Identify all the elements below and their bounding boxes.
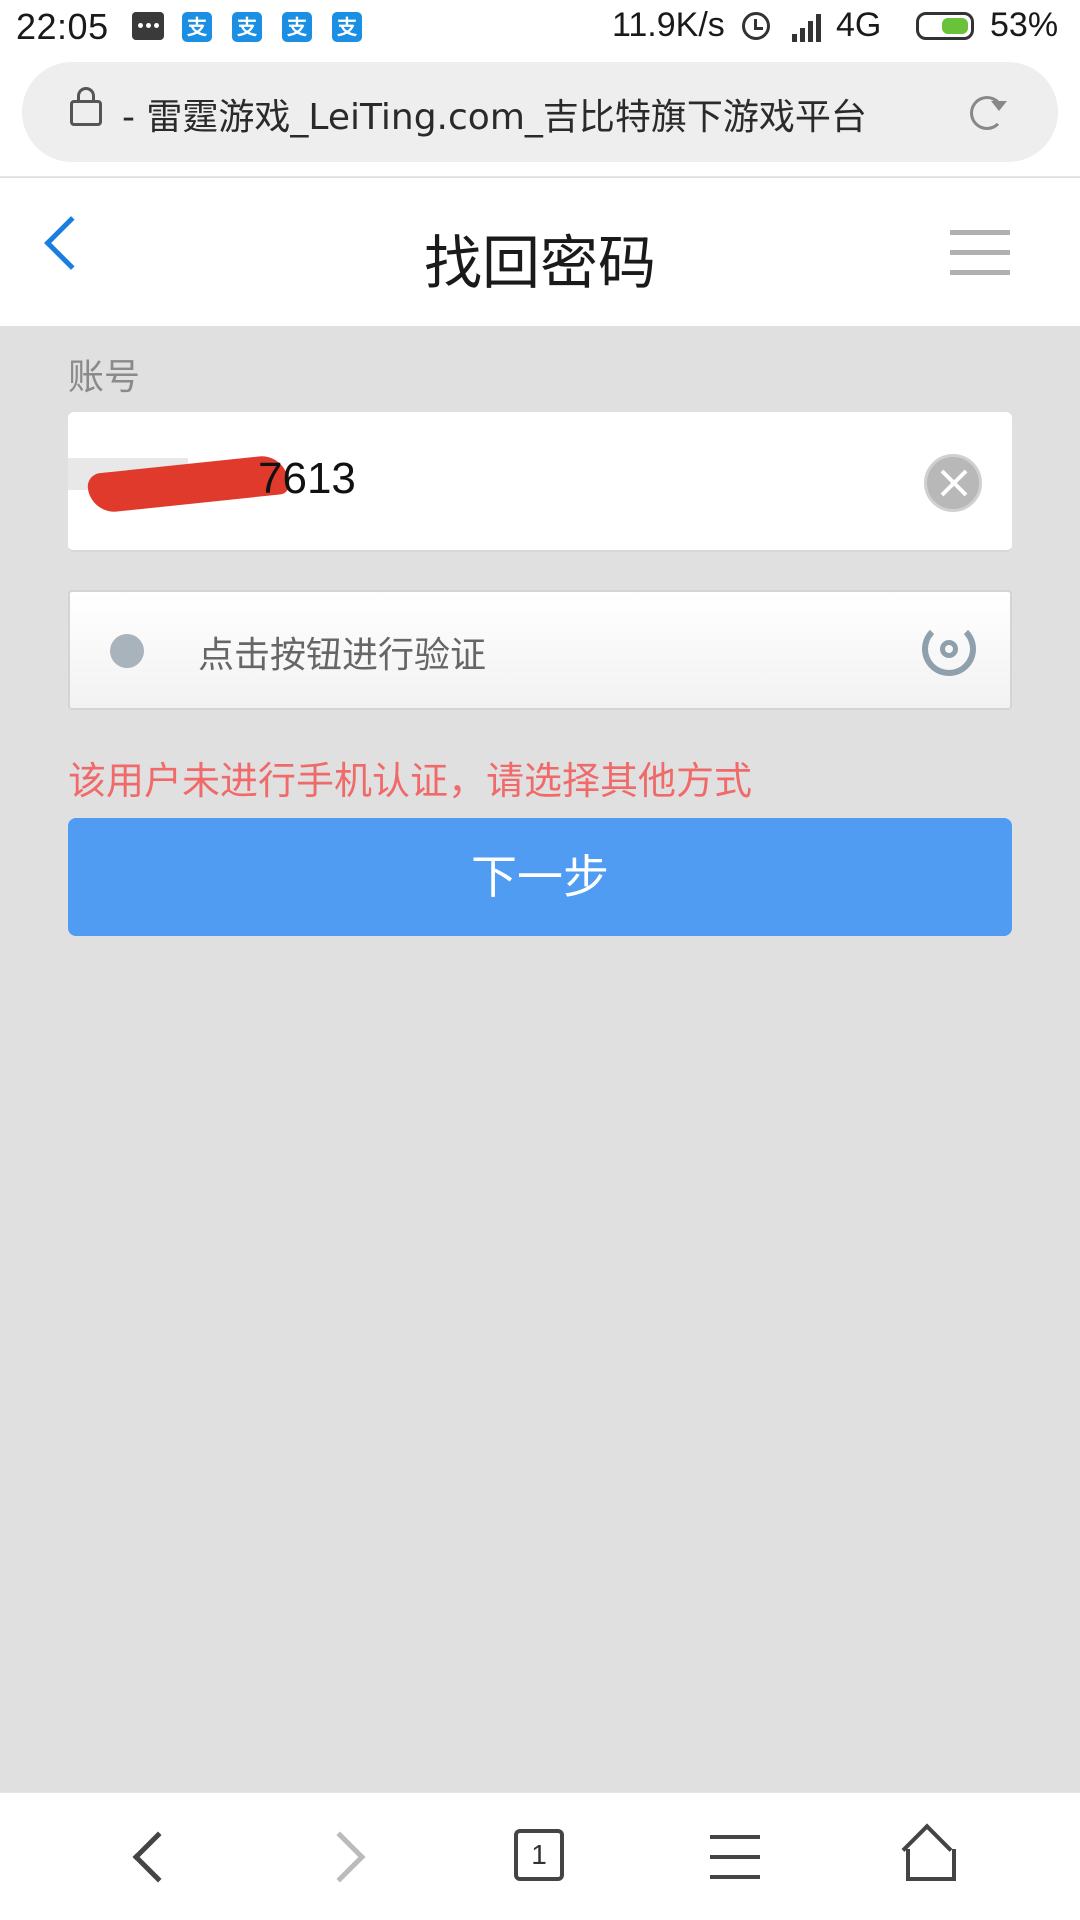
- network-type: 4G: [836, 6, 882, 44]
- reload-icon[interactable]: [970, 96, 1007, 130]
- alipay-icon: 支: [182, 12, 212, 42]
- clear-input-button[interactable]: [924, 454, 982, 512]
- page-title: 找回密码: [423, 229, 656, 297]
- page-header: 找回密码: [0, 178, 1080, 326]
- status-bar: 22:05 支 支 支 支 11.9K/s 4G 53%: [0, 0, 1080, 56]
- lock-icon: [70, 87, 102, 126]
- captcha-verify-button[interactable]: 点击按钮进行验证: [68, 590, 1012, 710]
- verify-dot-icon: [110, 634, 144, 668]
- browser-menu-icon[interactable]: [710, 1835, 760, 1879]
- status-time: 22:05: [16, 6, 109, 47]
- error-message: 该用户未进行手机认证，请选择其他方式: [68, 759, 753, 803]
- net-speed: 11.9K/s: [612, 6, 725, 44]
- nav-forward-icon[interactable]: [314, 1831, 366, 1883]
- browser-toolbar: - 雷霆游戏_LeiTing.com_吉比特旗下游戏平台: [0, 56, 1080, 177]
- battery-percent: 53%: [990, 6, 1059, 44]
- alarm-icon: [742, 12, 770, 40]
- tabs-button[interactable]: 1: [514, 1829, 564, 1881]
- url-text: - 雷霆游戏_LeiTing.com_吉比特旗下游戏平台: [122, 97, 867, 138]
- signal-icon: [792, 12, 822, 42]
- screen: 22:05 支 支 支 支 11.9K/s 4G 53% - 雷霆游戏_LeiT…: [0, 0, 1080, 1920]
- home-icon[interactable]: [901, 1823, 956, 1883]
- battery-icon: [916, 12, 974, 40]
- alipay-icon: 支: [282, 12, 312, 42]
- account-label: 账号: [68, 357, 141, 398]
- verify-text: 点击按钮进行验证: [198, 635, 487, 676]
- alipay-icon: 支: [332, 12, 362, 42]
- next-step-button[interactable]: 下一步: [68, 818, 1012, 936]
- browser-bottom-nav: 1: [0, 1792, 1080, 1920]
- alipay-icon: 支: [232, 12, 262, 42]
- hamburger-menu-icon[interactable]: [950, 230, 1010, 280]
- message-icon: [132, 12, 164, 40]
- account-input[interactable]: 7613: [68, 412, 1012, 552]
- address-bar[interactable]: - 雷霆游戏_LeiTing.com_吉比特旗下游戏平台: [22, 62, 1058, 162]
- captcha-logo-icon: [922, 622, 976, 676]
- nav-back-icon[interactable]: [132, 1831, 184, 1883]
- account-value: 7613: [258, 454, 356, 503]
